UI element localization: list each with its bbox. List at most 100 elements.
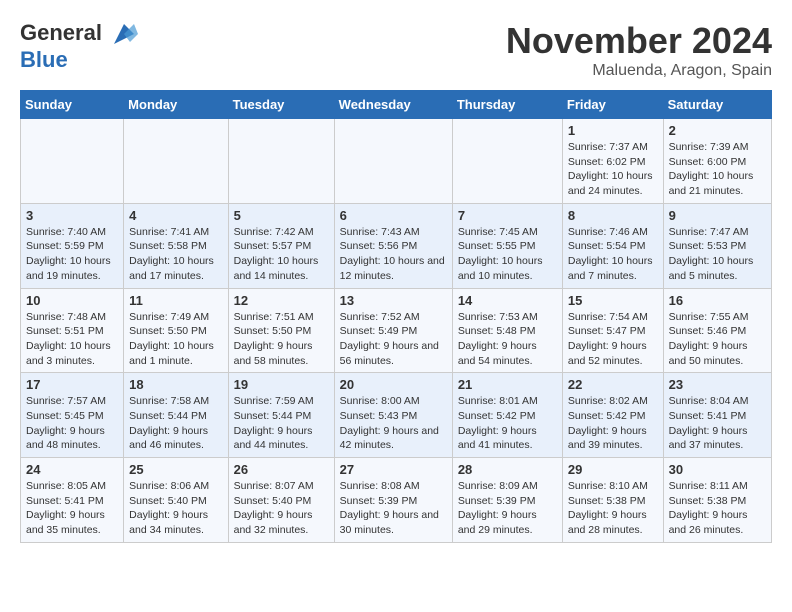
day-info: Sunrise: 7:53 AM Sunset: 5:48 PM Dayligh… [458, 310, 557, 369]
day-number: 2 [669, 123, 766, 138]
calendar-cell: 29Sunrise: 8:10 AM Sunset: 5:38 PM Dayli… [562, 458, 663, 543]
day-number: 25 [129, 462, 222, 477]
title-section: November 2024 Maluenda, Aragon, Spain [506, 20, 772, 80]
day-number: 23 [669, 377, 766, 392]
day-info: Sunrise: 8:00 AM Sunset: 5:43 PM Dayligh… [340, 394, 447, 453]
day-info: Sunrise: 8:06 AM Sunset: 5:40 PM Dayligh… [129, 479, 222, 538]
calendar-cell [452, 119, 562, 204]
day-info: Sunrise: 7:46 AM Sunset: 5:54 PM Dayligh… [568, 225, 658, 284]
logo-text-blue: Blue [20, 48, 138, 72]
day-info: Sunrise: 8:01 AM Sunset: 5:42 PM Dayligh… [458, 394, 557, 453]
location-title: Maluenda, Aragon, Spain [506, 62, 772, 80]
page-header: General Blue November 2024 Maluenda, Ara… [20, 20, 772, 80]
calendar-cell: 12 Sunrise: 7:51 AM Sunset: 5:50 PM Dayli… [228, 288, 334, 373]
day-number: 3 [26, 208, 118, 223]
day-number: 29 [568, 462, 658, 477]
day-info: Sunrise: 7:49 AM Sunset: 5:50 PM Dayligh… [129, 310, 222, 369]
day-info: Sunrise: 8:05 AM Sunset: 5:41 PM Dayligh… [26, 479, 118, 538]
calendar-cell: 1 Sunrise: 7:37 AM Sunset: 6:02 PM Daylig… [562, 119, 663, 204]
calendar-cell: 20 Sunrise: 8:00 AM Sunset: 5:43 PM Dayli… [334, 373, 452, 458]
day-info: Sunrise: 7:39 AM Sunset: 6:00 PM Dayligh… [669, 140, 766, 199]
day-info: Sunrise: 8:08 AM Sunset: 5:39 PM Dayligh… [340, 479, 447, 538]
week-row-1: 3 Sunrise: 7:40 AM Sunset: 5:59 PM Daylig… [21, 203, 772, 288]
calendar-cell [228, 119, 334, 204]
day-info: Sunrise: 8:02 AM Sunset: 5:42 PM Dayligh… [568, 394, 658, 453]
day-number: 24 [26, 462, 118, 477]
calendar-cell: 4Sunrise: 7:41 AM Sunset: 5:58 PM Daylig… [124, 203, 228, 288]
calendar-cell: 18 Sunrise: 7:58 AM Sunset: 5:44 PM Dayli… [124, 373, 228, 458]
day-number: 8 [568, 208, 658, 223]
calendar-cell: 2 Sunrise: 7:39 AM Sunset: 6:00 PM Daylig… [663, 119, 771, 204]
calendar-cell: 10Sunrise: 7:48 AM Sunset: 5:51 PM Dayli… [21, 288, 124, 373]
day-number: 1 [568, 123, 658, 138]
day-info: Sunrise: 7:55 AM Sunset: 5:46 PM Dayligh… [669, 310, 766, 369]
day-info: Sunrise: 7:42 AM Sunset: 5:57 PM Dayligh… [234, 225, 329, 284]
calendar-cell: 8 Sunrise: 7:46 AM Sunset: 5:54 PM Daylig… [562, 203, 663, 288]
day-info: Sunrise: 7:45 AM Sunset: 5:55 PM Dayligh… [458, 225, 557, 284]
calendar-cell: 7 Sunrise: 7:45 AM Sunset: 5:55 PM Daylig… [452, 203, 562, 288]
day-number: 22 [568, 377, 658, 392]
day-number: 4 [129, 208, 222, 223]
day-number: 10 [26, 293, 118, 308]
day-number: 12 [234, 293, 329, 308]
calendar-cell: 27 Sunrise: 8:08 AM Sunset: 5:39 PM Dayli… [334, 458, 452, 543]
day-number: 5 [234, 208, 329, 223]
day-number: 11 [129, 293, 222, 308]
day-number: 7 [458, 208, 557, 223]
day-number: 14 [458, 293, 557, 308]
week-row-0: 1 Sunrise: 7:37 AM Sunset: 6:02 PM Daylig… [21, 119, 772, 204]
day-info: Sunrise: 8:09 AM Sunset: 5:39 PM Dayligh… [458, 479, 557, 538]
calendar-cell: 14 Sunrise: 7:53 AM Sunset: 5:48 PM Dayli… [452, 288, 562, 373]
calendar-cell: 11 Sunrise: 7:49 AM Sunset: 5:50 PM Dayli… [124, 288, 228, 373]
day-number: 16 [669, 293, 766, 308]
calendar-header-row: SundayMondayTuesdayWednesdayThursdayFrid… [21, 91, 772, 119]
calendar-cell: 16 Sunrise: 7:55 AM Sunset: 5:46 PM Dayli… [663, 288, 771, 373]
day-number: 26 [234, 462, 329, 477]
day-info: Sunrise: 7:47 AM Sunset: 5:53 PM Dayligh… [669, 225, 766, 284]
calendar-cell: 9 Sunrise: 7:47 AM Sunset: 5:53 PM Daylig… [663, 203, 771, 288]
day-info: Sunrise: 7:40 AM Sunset: 5:59 PM Dayligh… [26, 225, 118, 284]
day-number: 6 [340, 208, 447, 223]
day-number: 9 [669, 208, 766, 223]
day-number: 17 [26, 377, 118, 392]
calendar-cell: 26 Sunrise: 8:07 AM Sunset: 5:40 PM Dayli… [228, 458, 334, 543]
month-title: November 2024 [506, 20, 772, 62]
day-info: Sunrise: 7:54 AM Sunset: 5:47 PM Dayligh… [568, 310, 658, 369]
day-info: Sunrise: 8:11 AM Sunset: 5:38 PM Dayligh… [669, 479, 766, 538]
day-info: Sunrise: 7:58 AM Sunset: 5:44 PM Dayligh… [129, 394, 222, 453]
day-info: Sunrise: 7:51 AM Sunset: 5:50 PM Dayligh… [234, 310, 329, 369]
header-monday: Monday [124, 91, 228, 119]
calendar-cell: 24 Sunrise: 8:05 AM Sunset: 5:41 PM Dayli… [21, 458, 124, 543]
calendar-cell: 28Sunrise: 8:09 AM Sunset: 5:39 PM Dayli… [452, 458, 562, 543]
week-row-4: 24 Sunrise: 8:05 AM Sunset: 5:41 PM Dayli… [21, 458, 772, 543]
calendar-table: SundayMondayTuesdayWednesdayThursdayFrid… [20, 90, 772, 543]
calendar-cell: 30Sunrise: 8:11 AM Sunset: 5:38 PM Dayli… [663, 458, 771, 543]
day-info: Sunrise: 7:37 AM Sunset: 6:02 PM Dayligh… [568, 140, 658, 199]
header-tuesday: Tuesday [228, 91, 334, 119]
calendar-cell [334, 119, 452, 204]
day-info: Sunrise: 8:07 AM Sunset: 5:40 PM Dayligh… [234, 479, 329, 538]
day-number: 15 [568, 293, 658, 308]
calendar-cell: 25 Sunrise: 8:06 AM Sunset: 5:40 PM Dayli… [124, 458, 228, 543]
calendar-cell: 23 Sunrise: 8:04 AM Sunset: 5:41 PM Dayli… [663, 373, 771, 458]
day-number: 19 [234, 377, 329, 392]
calendar-cell: 15 Sunrise: 7:54 AM Sunset: 5:47 PM Dayli… [562, 288, 663, 373]
calendar-cell: 5 Sunrise: 7:42 AM Sunset: 5:57 PM Daylig… [228, 203, 334, 288]
header-wednesday: Wednesday [334, 91, 452, 119]
day-number: 27 [340, 462, 447, 477]
day-number: 13 [340, 293, 447, 308]
day-info: Sunrise: 7:43 AM Sunset: 5:56 PM Dayligh… [340, 225, 447, 284]
logo-icon [110, 20, 138, 48]
calendar-cell: 22 Sunrise: 8:02 AM Sunset: 5:42 PM Dayli… [562, 373, 663, 458]
day-number: 18 [129, 377, 222, 392]
header-sunday: Sunday [21, 91, 124, 119]
logo: General Blue [20, 20, 138, 72]
day-info: Sunrise: 7:57 AM Sunset: 5:45 PM Dayligh… [26, 394, 118, 453]
day-number: 20 [340, 377, 447, 392]
header-thursday: Thursday [452, 91, 562, 119]
calendar-cell: 17 Sunrise: 7:57 AM Sunset: 5:45 PM Dayli… [21, 373, 124, 458]
header-saturday: Saturday [663, 91, 771, 119]
calendar-cell: 3 Sunrise: 7:40 AM Sunset: 5:59 PM Daylig… [21, 203, 124, 288]
calendar-cell: 6 Sunrise: 7:43 AM Sunset: 5:56 PM Daylig… [334, 203, 452, 288]
day-info: Sunrise: 8:04 AM Sunset: 5:41 PM Dayligh… [669, 394, 766, 453]
